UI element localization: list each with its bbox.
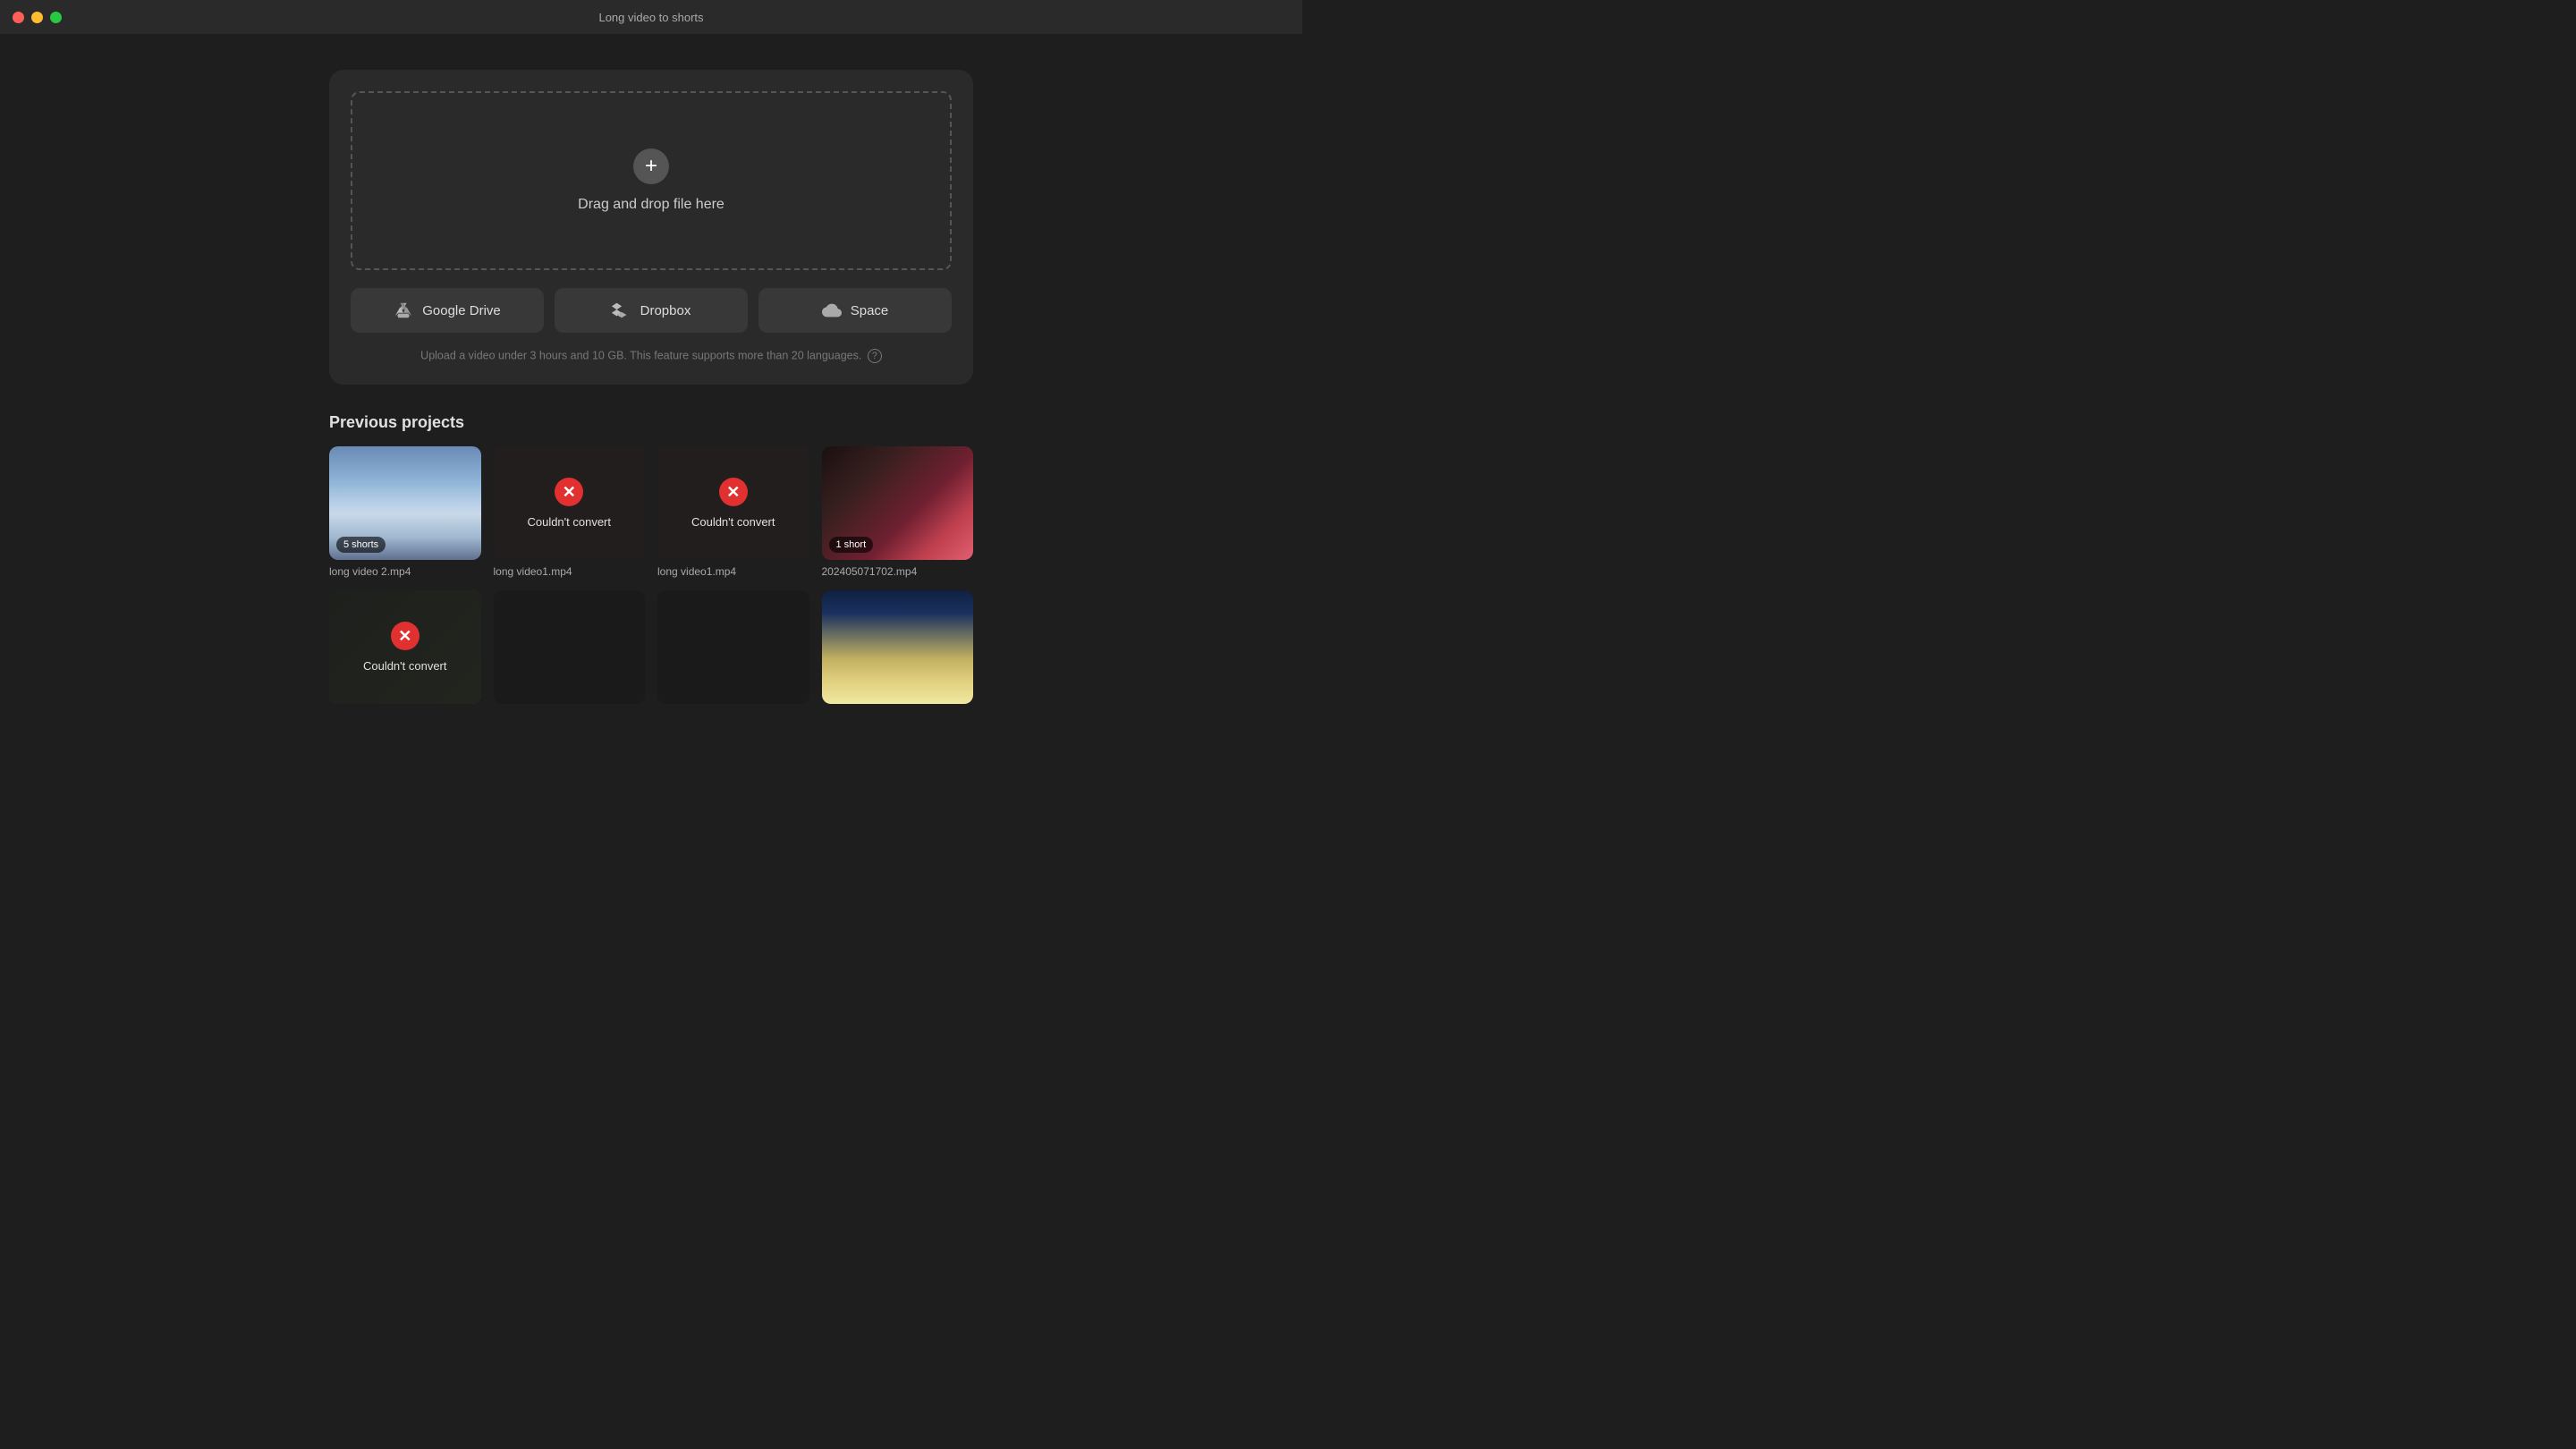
project-thumbnail: 1 short xyxy=(822,446,974,560)
project-thumbnail xyxy=(822,590,974,704)
project-card[interactable]: 5 shorts long video 2.mp4 xyxy=(329,446,481,578)
project-card[interactable] xyxy=(494,590,646,709)
help-icon[interactable]: ? xyxy=(868,349,882,363)
dropbox-label: Dropbox xyxy=(640,303,691,318)
project-thumbnail: ✕ Couldn't convert xyxy=(494,446,646,560)
add-file-icon: + xyxy=(633,148,669,184)
error-text: Couldn't convert xyxy=(527,515,611,529)
project-thumbnail xyxy=(494,590,646,704)
project-thumbnail: ✕ Couldn't convert xyxy=(657,446,809,560)
dropbox-button[interactable]: Dropbox xyxy=(555,288,748,333)
maximize-button[interactable] xyxy=(50,12,62,23)
drop-zone[interactable]: + Drag and drop file here xyxy=(351,91,952,270)
upload-note: Upload a video under 3 hours and 10 GB. … xyxy=(351,349,952,363)
project-card[interactable]: ✕ Couldn't convert xyxy=(329,590,481,709)
project-thumbnail: 5 shorts xyxy=(329,446,481,560)
previous-projects-section: Previous projects 5 shorts long video 2.… xyxy=(329,413,973,709)
error-icon: ✕ xyxy=(555,478,583,506)
title-bar: Long video to shorts xyxy=(0,0,1302,34)
project-name: long video1.mp4 xyxy=(657,565,809,578)
project-name: long video 2.mp4 xyxy=(329,565,481,578)
project-thumbnail xyxy=(657,590,809,704)
dropbox-icon xyxy=(612,301,631,320)
error-overlay: ✕ Couldn't convert xyxy=(657,446,809,560)
space-cloud-icon xyxy=(822,301,842,320)
window-title: Long video to shorts xyxy=(598,11,703,24)
project-thumbnail: ✕ Couldn't convert xyxy=(329,590,481,704)
error-icon: ✕ xyxy=(391,622,419,650)
project-card[interactable]: ✕ Couldn't convert long video1.mp4 xyxy=(494,446,646,578)
project-card[interactable]: 1 short 202405071702.mp4 xyxy=(822,446,974,578)
project-name: long video1.mp4 xyxy=(494,565,646,578)
error-icon: ✕ xyxy=(719,478,748,506)
google-drive-icon xyxy=(394,301,413,320)
error-overlay: ✕ Couldn't convert xyxy=(329,590,481,704)
project-card[interactable]: ✕ Couldn't convert long video1.mp4 xyxy=(657,446,809,578)
error-text: Couldn't convert xyxy=(363,659,447,673)
google-drive-button[interactable]: Google Drive xyxy=(351,288,544,333)
source-buttons: Google Drive Dropbox Space xyxy=(351,288,952,333)
space-button[interactable]: Space xyxy=(758,288,952,333)
minimize-button[interactable] xyxy=(31,12,43,23)
project-card[interactable] xyxy=(822,590,974,709)
drop-zone-label: Drag and drop file here xyxy=(578,197,724,213)
traffic-lights xyxy=(13,12,62,23)
previous-projects-title: Previous projects xyxy=(329,413,973,432)
shorts-badge: 1 short xyxy=(829,537,874,553)
project-name: 202405071702.mp4 xyxy=(822,565,974,578)
project-card[interactable] xyxy=(657,590,809,709)
google-drive-label: Google Drive xyxy=(422,303,501,318)
error-overlay: ✕ Couldn't convert xyxy=(494,446,646,560)
space-label: Space xyxy=(851,303,889,318)
close-button[interactable] xyxy=(13,12,24,23)
projects-grid: 5 shorts long video 2.mp4 ✕ Couldn't con… xyxy=(329,446,973,709)
upload-panel: + Drag and drop file here Google Drive xyxy=(329,70,973,385)
shorts-badge: 5 shorts xyxy=(336,537,386,553)
main-content: + Drag and drop file here Google Drive xyxy=(0,34,1302,727)
error-text: Couldn't convert xyxy=(691,515,775,529)
